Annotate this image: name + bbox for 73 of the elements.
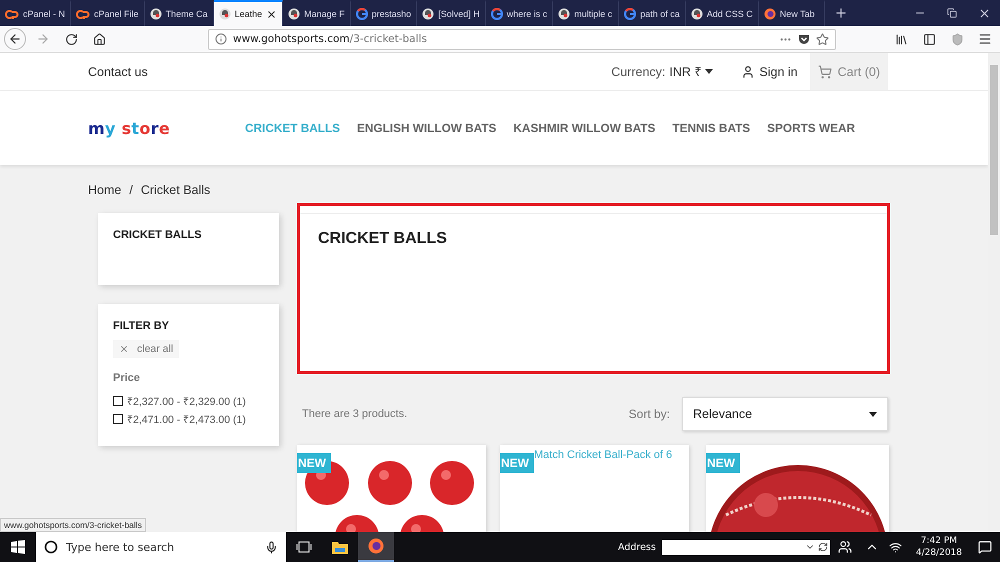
sign-in-link[interactable]: Sign in: [741, 64, 798, 78]
menu-item[interactable]: KASHMIR WILLOW BATS: [513, 121, 656, 135]
cortana-circle-icon[interactable]: [44, 540, 58, 554]
close-icon[interactable]: [978, 6, 990, 20]
address-label: Address: [618, 542, 656, 552]
google-icon: [490, 8, 503, 20]
sort-dropdown[interactable]: Relevance: [682, 397, 888, 431]
caret-icon[interactable]: [869, 412, 877, 416]
wifi-icon[interactable]: [889, 540, 902, 554]
puffin-icon: [422, 8, 434, 20]
google-icon: [356, 8, 368, 20]
facet-title: Price: [113, 372, 141, 384]
google-icon: [624, 8, 636, 20]
microphone-icon[interactable]: [265, 540, 278, 554]
store-logo[interactable]: my store: [88, 118, 245, 138]
category-title: CRICKET BALLS: [300, 213, 887, 264]
filter-option-label[interactable]: ₹2,471.00 - ₹2,473.00 (1): [127, 412, 246, 426]
new-tab-icon[interactable]: [834, 6, 848, 20]
puffin-icon: [218, 8, 231, 20]
new-badge: NEW: [297, 453, 331, 473]
filter-heading: FILTER BY: [113, 320, 170, 332]
puffin-icon: [288, 8, 300, 20]
bookmark-star-icon[interactable]: [816, 32, 829, 46]
folder-icon[interactable]: [332, 540, 348, 554]
category-heading: CRICKET BALLS: [113, 229, 203, 241]
reload-icon[interactable]: [64, 32, 78, 46]
checkbox[interactable]: [113, 414, 123, 424]
windows-logo-icon[interactable]: [11, 540, 25, 554]
new-badge: NEW: [500, 453, 534, 473]
notification-icon[interactable]: [978, 540, 992, 554]
refresh-icon[interactable]: [818, 542, 828, 552]
firefox-icon[interactable]: [368, 538, 384, 554]
caret-icon[interactable]: [705, 69, 714, 74]
puffin-icon: [690, 8, 703, 20]
menu-item[interactable]: ENGLISH WILLOW BATS: [357, 121, 496, 135]
address-bar[interactable]: www.gohotsports.com/3-cricket-balls: [208, 28, 836, 50]
home-icon[interactable]: [92, 32, 106, 46]
close-icon[interactable]: [266, 8, 278, 20]
checkbox[interactable]: [113, 396, 123, 406]
clock[interactable]: 7:42 PM 4/28/2018: [908, 535, 970, 559]
product-count: There are 3 products.: [301, 408, 408, 420]
new-badge: NEW: [706, 453, 740, 473]
cpanel-logo-icon: [76, 10, 90, 18]
user-icon[interactable]: [741, 64, 756, 78]
cart-icon[interactable]: [818, 64, 832, 78]
menu-item[interactable]: TENNIS BATS: [672, 121, 750, 135]
status-url: www.gohotsports.com/3-cricket-balls: [0, 518, 146, 532]
currency-selector[interactable]: INR ₹: [669, 63, 702, 80]
breadcrumb-link[interactable]: Cricket Balls: [140, 183, 210, 197]
pocket-icon[interactable]: [798, 34, 810, 44]
scrollbar[interactable]: [988, 53, 1000, 532]
restore-icon[interactable]: [947, 8, 957, 18]
puffin-icon: [558, 8, 570, 20]
task-view-icon[interactable]: [296, 541, 312, 553]
currency-label: Currency:: [611, 64, 666, 78]
search-field[interactable]: Type here to search: [36, 532, 286, 562]
firefox-icon: [764, 8, 776, 20]
people-icon[interactable]: [838, 540, 852, 554]
sort-label: Sort by:: [628, 407, 670, 421]
info-icon[interactable]: [215, 33, 227, 45]
breadcrumb-separator: /: [129, 183, 133, 197]
contact-link[interactable]: Contact us: [88, 64, 148, 78]
clear-all-button[interactable]: clear all: [113, 340, 180, 358]
menu-item[interactable]: SPORTS WEAR: [767, 121, 855, 135]
filter-option-label[interactable]: ₹2,327.00 - ₹2,329.00 (1): [127, 394, 246, 408]
breadcrumb-link[interactable]: Home: [88, 183, 122, 197]
firefox-button[interactable]: [358, 532, 394, 562]
address-field[interactable]: [662, 540, 830, 554]
scroll-thumb[interactable]: [990, 65, 998, 235]
back-button[interactable]: [4, 28, 26, 50]
cpanel-logo-icon: [5, 10, 19, 18]
puffin-icon: [150, 8, 162, 20]
browser-tab[interactable]: Leathe: [214, 0, 284, 26]
